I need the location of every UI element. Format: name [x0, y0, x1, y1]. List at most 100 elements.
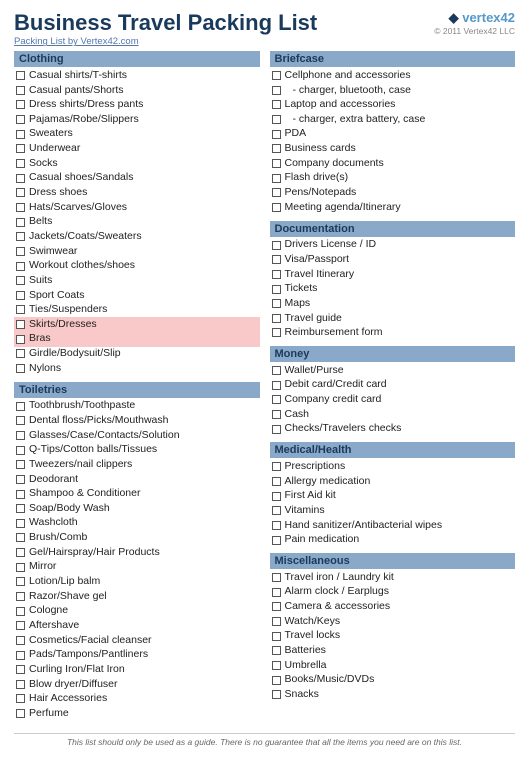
checkbox[interactable]	[16, 416, 25, 425]
checkbox[interactable]	[16, 232, 25, 241]
item-label: Curling Iron/Flat Iron	[29, 663, 125, 677]
checkbox[interactable]	[272, 328, 281, 337]
checkbox[interactable]	[16, 533, 25, 542]
checkbox[interactable]	[16, 563, 25, 572]
checkbox[interactable]	[272, 130, 281, 139]
item-label: Bras	[29, 332, 51, 346]
list-item: Cash	[270, 407, 516, 422]
checkbox[interactable]	[272, 270, 281, 279]
checkbox[interactable]	[16, 291, 25, 300]
item-label: Pens/Notepads	[285, 186, 357, 200]
checkbox[interactable]	[16, 174, 25, 183]
checkbox[interactable]	[16, 144, 25, 153]
checkbox[interactable]	[272, 299, 281, 308]
list-item: Allergy medication	[270, 474, 516, 489]
checkbox[interactable]	[272, 602, 281, 611]
checkbox[interactable]	[16, 262, 25, 271]
checkbox[interactable]	[16, 577, 25, 586]
checkbox[interactable]	[272, 521, 281, 530]
checkbox[interactable]	[16, 71, 25, 80]
checkbox[interactable]	[16, 218, 25, 227]
checkbox[interactable]	[16, 188, 25, 197]
checkbox[interactable]	[16, 130, 25, 139]
checkbox[interactable]	[272, 188, 281, 197]
checkbox[interactable]	[16, 621, 25, 630]
checkbox[interactable]	[272, 366, 281, 375]
checkbox[interactable]	[16, 86, 25, 95]
checkbox[interactable]	[272, 425, 281, 434]
checkbox[interactable]	[272, 646, 281, 655]
list-item: Socks	[14, 156, 260, 171]
checkbox[interactable]	[272, 632, 281, 641]
subtitle-link[interactable]: Packing List by Vertex42.com	[14, 36, 317, 47]
checkbox[interactable]	[16, 335, 25, 344]
checkbox[interactable]	[16, 446, 25, 455]
checkbox[interactable]	[272, 690, 281, 699]
checkbox[interactable]	[272, 144, 281, 153]
checkbox[interactable]	[16, 320, 25, 329]
item-label: Casual pants/Shorts	[29, 84, 124, 98]
checkbox[interactable]	[16, 592, 25, 601]
checkbox[interactable]	[272, 410, 281, 419]
checkbox[interactable]	[272, 285, 281, 294]
item-label: - charger, bluetooth, case	[285, 84, 412, 98]
checkbox[interactable]	[272, 573, 281, 582]
checkbox[interactable]	[272, 676, 281, 685]
checkbox[interactable]	[272, 395, 281, 404]
item-label: Travel iron / Laundry kit	[285, 571, 394, 585]
checkbox[interactable]	[16, 247, 25, 256]
checkbox[interactable]	[272, 314, 281, 323]
checkbox[interactable]	[16, 709, 25, 718]
checkbox[interactable]	[272, 477, 281, 486]
checkbox[interactable]	[16, 159, 25, 168]
item-label: Soap/Body Wash	[29, 502, 110, 516]
checkbox[interactable]	[272, 241, 281, 250]
checkbox[interactable]	[16, 607, 25, 616]
checkbox[interactable]	[272, 506, 281, 515]
checkbox[interactable]	[16, 305, 25, 314]
checkbox[interactable]	[272, 100, 281, 109]
checkbox[interactable]	[272, 588, 281, 597]
checkbox[interactable]	[16, 402, 25, 411]
list-item: Snacks	[270, 687, 516, 702]
checkbox[interactable]	[272, 381, 281, 390]
checkbox[interactable]	[16, 636, 25, 645]
checkbox[interactable]	[272, 255, 281, 264]
checkbox[interactable]	[16, 519, 25, 528]
checkbox[interactable]	[16, 665, 25, 674]
item-label: Swimwear	[29, 245, 77, 259]
checkbox[interactable]	[16, 115, 25, 124]
checkbox[interactable]	[272, 661, 281, 670]
checkbox[interactable]	[272, 115, 281, 124]
checkbox[interactable]	[16, 364, 25, 373]
item-label: Company documents	[285, 157, 384, 171]
checkbox[interactable]	[16, 431, 25, 440]
checkbox[interactable]	[16, 276, 25, 285]
item-label: Laptop and accessories	[285, 98, 396, 112]
list-item: Maps	[270, 296, 516, 311]
checkbox[interactable]	[16, 490, 25, 499]
checkbox[interactable]	[272, 203, 281, 212]
checkbox[interactable]	[16, 460, 25, 469]
checkbox[interactable]	[272, 462, 281, 471]
checkbox[interactable]	[16, 475, 25, 484]
checkbox[interactable]	[16, 680, 25, 689]
checkbox[interactable]	[16, 349, 25, 358]
checkbox[interactable]	[16, 504, 25, 513]
checkbox[interactable]	[272, 536, 281, 545]
section-header-toiletries: Toiletries	[14, 382, 260, 398]
checkbox[interactable]	[272, 174, 281, 183]
checkbox[interactable]	[272, 86, 281, 95]
checkbox[interactable]	[272, 492, 281, 501]
checkbox[interactable]	[16, 548, 25, 557]
checkbox[interactable]	[16, 651, 25, 660]
checkbox[interactable]	[16, 203, 25, 212]
list-item: Swimwear	[14, 244, 260, 259]
checkbox[interactable]	[16, 694, 25, 703]
checkbox[interactable]	[272, 71, 281, 80]
checkbox[interactable]	[16, 100, 25, 109]
checkbox[interactable]	[272, 159, 281, 168]
item-label: Nylons	[29, 362, 61, 376]
item-label: Suits	[29, 274, 52, 288]
checkbox[interactable]	[272, 617, 281, 626]
